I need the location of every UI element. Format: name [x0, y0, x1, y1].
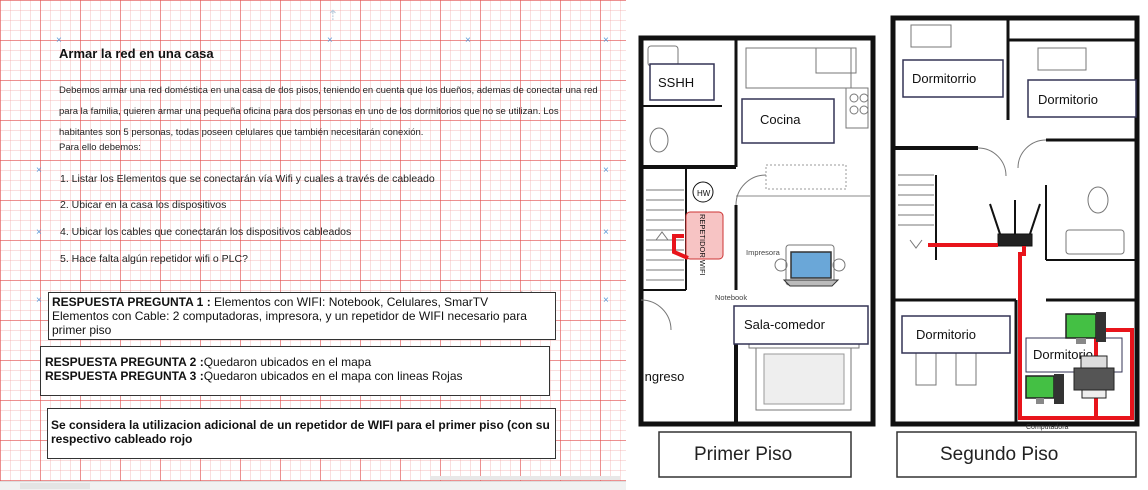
door-swing — [977, 147, 1007, 177]
document-title: Armar la red en una casa — [59, 46, 214, 61]
answer-text: Elementos con WIFI: Notebook, Celulares,… — [210, 295, 489, 309]
router-icon[interactable] — [989, 200, 1041, 247]
answer-box-2[interactable]: RESPUESTA PREGUNTA 2 :Quedaron ubicados … — [40, 346, 550, 396]
rug — [763, 353, 845, 405]
answer-text: Elementos con Cable: 2 computadoras, imp… — [52, 309, 527, 337]
document-canvas[interactable]: × × × × × × × × × × × ⇡ Armar la red en … — [0, 0, 626, 481]
answer-label: RESPUESTA PREGUNTA 1 : — [52, 295, 211, 309]
floor-plan: SSHH Cocina Sala-comedor Ingreso HW REPE… — [626, 0, 1148, 489]
second-floor-title: Segundo Piso — [940, 444, 1058, 465]
room-label-dormitorio-3: Dormitorio — [916, 327, 976, 342]
bathtub — [1065, 229, 1125, 255]
first-floor-title: Primer Piso — [694, 444, 792, 465]
room-label-ingreso: Ingreso — [641, 369, 684, 384]
chair — [774, 258, 788, 272]
desktop-computer-icon — [1025, 374, 1064, 404]
bed-headboard — [910, 24, 952, 48]
answer-label: RESPUESTA PREGUNTA 2 : — [45, 355, 204, 369]
step-item: 4. Ubicar los cables que conectarán los … — [60, 226, 352, 238]
stairs — [898, 174, 934, 249]
bed-headboard — [1037, 47, 1087, 71]
document-paragraph: Debemos armar una red doméstica en una c… — [59, 85, 598, 138]
answer-box-1[interactable]: RESPUESTA PREGUNTA 1 : Elementos con WIF… — [48, 292, 556, 340]
document-paragraph: Para ello debemos: — [59, 142, 141, 153]
water-heater-label: HW — [697, 189, 711, 198]
room-label-cocina: Cocina — [760, 112, 801, 127]
answer-text: Quedaron ubicados en el mapa — [203, 355, 372, 369]
kitchen-counter — [745, 47, 852, 89]
note-box[interactable]: Se considera la utilizacion adicional de… — [47, 408, 556, 459]
door-swing — [640, 299, 672, 331]
door-swing — [735, 174, 767, 206]
chair — [832, 258, 846, 272]
printer-location-label: Impresora — [746, 248, 781, 257]
step-item: 2. Ubicar en la casa los dispositivos — [60, 199, 227, 211]
selection-handle[interactable]: × — [465, 36, 471, 46]
answer-text: Quedaron ubicados en el mapa con lineas … — [203, 369, 463, 383]
selection-handle[interactable]: × — [36, 166, 42, 176]
room-label-dormitorio-1: Dormitorrio — [912, 71, 976, 86]
room-label-sshh: SSHH — [658, 75, 694, 90]
room-label-dormitorio-2: Dormitorio — [1038, 92, 1098, 107]
burner — [859, 105, 869, 115]
step-item: 5. Hace falta algún repetidor wifi o PLC… — [60, 253, 248, 265]
bathtub — [647, 45, 679, 67]
selection-handle[interactable]: × — [603, 228, 609, 238]
horizontal-scroll-thumb[interactable] — [430, 476, 620, 480]
notebook-location-label: Notebook — [715, 293, 747, 302]
burner — [849, 93, 859, 103]
toilet — [649, 127, 669, 153]
selection-handle[interactable]: × — [56, 36, 62, 46]
move-handle-icon[interactable]: ⇡ — [327, 8, 339, 22]
kitchen-mat — [765, 164, 847, 190]
room-label-sala-comedor: Sala-comedor — [744, 317, 826, 332]
toilet — [1087, 186, 1109, 214]
answer-label: RESPUESTA PREGUNTA 3 : — [45, 369, 204, 383]
selection-handle[interactable]: × — [603, 166, 609, 176]
selection-handle[interactable]: × — [603, 36, 609, 46]
door-swing — [1017, 139, 1047, 169]
scroll-thumb[interactable] — [20, 483, 90, 489]
selection-handle[interactable]: × — [36, 228, 42, 238]
selection-handle[interactable]: × — [603, 296, 609, 306]
kitchen-sink — [815, 47, 857, 74]
selection-handle[interactable]: × — [36, 296, 42, 306]
selection-handle[interactable]: × — [327, 36, 333, 46]
laptop-icon — [782, 251, 840, 287]
burner — [859, 93, 869, 103]
computer-location-label: Computadora — [1026, 424, 1069, 431]
wifi-repeater-label: REPETIDOR WIFI — [698, 214, 707, 276]
burner — [849, 105, 859, 115]
step-item: 1. Listar los Elementos que se conectará… — [60, 173, 435, 185]
floor-plan-svg: SSHH Cocina Sala-comedor Ingreso HW REPE… — [638, 15, 1140, 478]
